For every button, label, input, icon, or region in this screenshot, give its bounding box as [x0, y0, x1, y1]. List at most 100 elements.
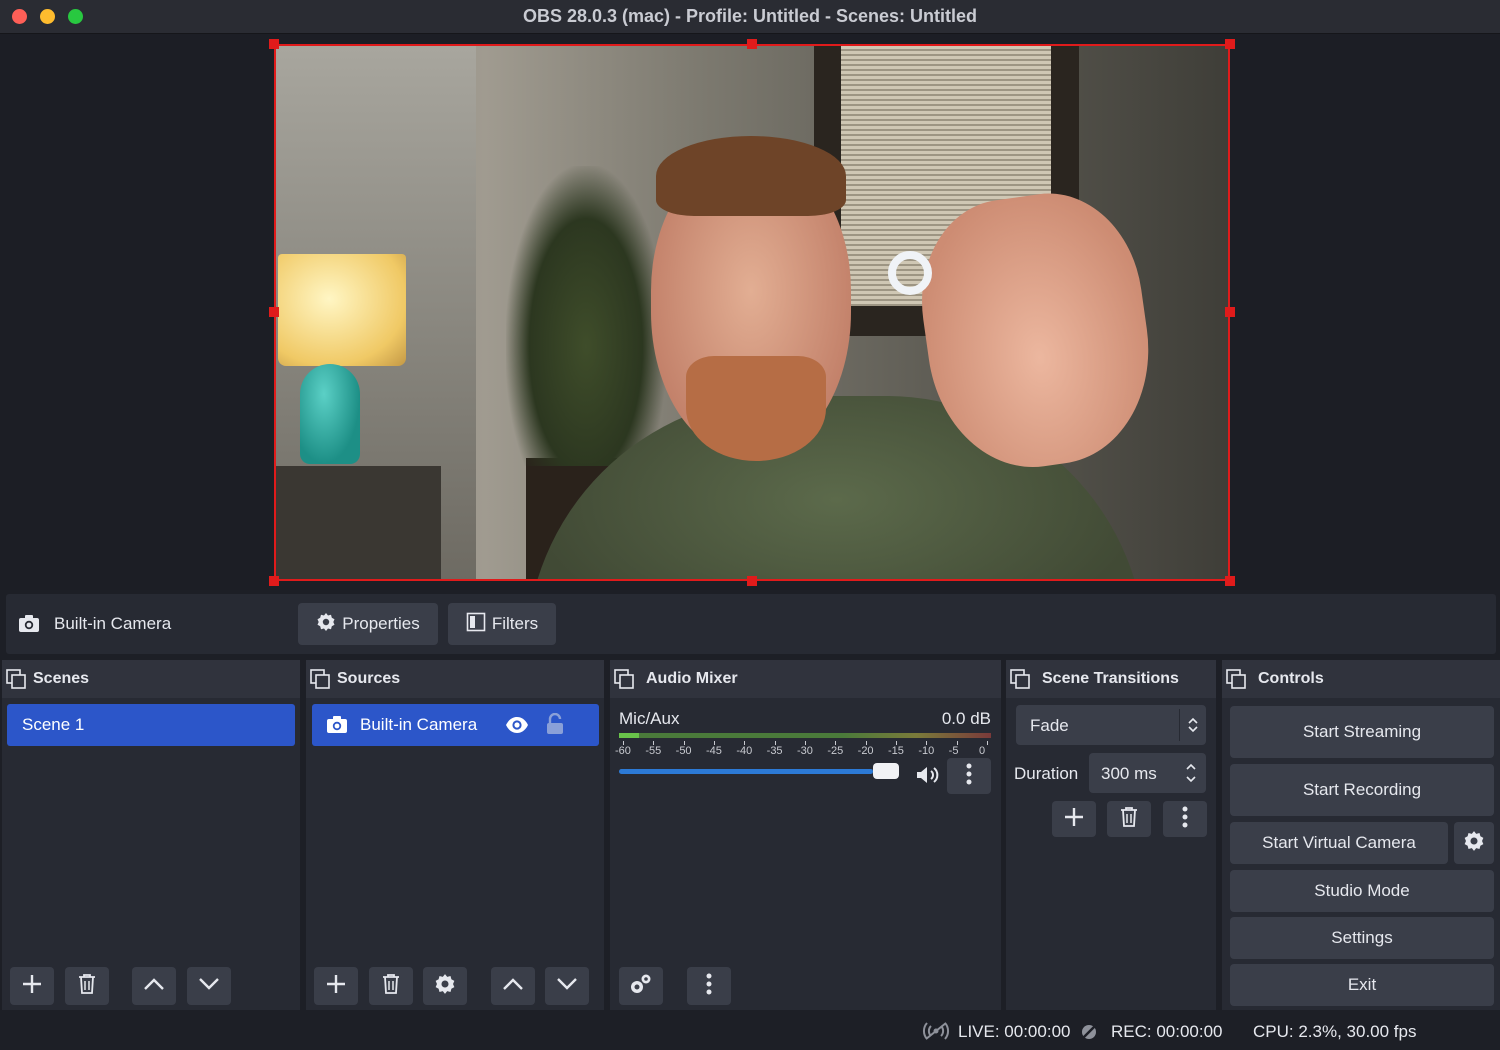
trash-icon	[381, 973, 401, 1000]
dock-icon	[6, 669, 26, 694]
audio-advanced-settings-button[interactable]	[619, 967, 663, 1005]
filters-label: Filters	[491, 614, 539, 633]
resize-handle-bottom-left[interactable]	[269, 576, 279, 586]
start-streaming-button[interactable]: Start Streaming	[1230, 706, 1494, 758]
chevron-up-icon	[143, 977, 165, 996]
remove-transition-button[interactable]	[1107, 801, 1151, 837]
source-properties-button[interactable]	[423, 967, 467, 1005]
chevron-up-down-icon	[1187, 716, 1199, 739]
chevron-down-icon	[198, 977, 220, 996]
remove-scene-button[interactable]	[65, 967, 109, 1005]
plus-icon	[21, 973, 43, 1000]
start-recording-button[interactable]: Start Recording	[1230, 764, 1494, 816]
sources-title: Sources	[337, 670, 401, 687]
resize-handle-bottom-right[interactable]	[1225, 576, 1235, 586]
unlock-icon[interactable]	[545, 712, 565, 740]
remove-source-button[interactable]	[369, 967, 413, 1005]
source-item[interactable]: Built-in Camera	[312, 704, 599, 746]
resize-handle-top-left[interactable]	[269, 39, 279, 49]
controls-title: Controls	[1258, 670, 1324, 687]
scene-transitions-header: Scene Transitions	[1006, 660, 1216, 698]
speaker-icon[interactable]	[915, 764, 941, 791]
duration-value: 300 ms	[1101, 764, 1157, 783]
audio-mixer-title: Audio Mixer	[646, 670, 738, 687]
meter-tick-label: -40	[736, 745, 753, 757]
gears-icon	[629, 973, 653, 1000]
transition-select[interactable]: Fade	[1016, 705, 1206, 745]
add-transition-button[interactable]	[1052, 801, 1096, 837]
scene-transitions-dock: Scene Transitions Fade Duration 300 ms	[1006, 660, 1216, 1010]
move-source-down-button[interactable]	[545, 967, 589, 1005]
source-item-label: Built-in Camera	[360, 715, 478, 734]
dock-icon	[310, 669, 330, 694]
volume-slider-thumb[interactable]	[873, 763, 899, 779]
camera-icon	[18, 614, 40, 639]
controls-dock: Controls Start Streaming Start Recording…	[1222, 660, 1500, 1010]
meter-scale: -60 -55 -50 -45 -40 -35 -30 -25 -20 -15 -10 -5 0	[615, 741, 991, 757]
chevron-down-icon	[556, 977, 578, 996]
stream-status-icon	[922, 1021, 950, 1046]
resize-handle-left[interactable]	[269, 307, 279, 317]
filter-icon	[466, 612, 486, 637]
channel-level: 0.0 dB	[941, 709, 991, 728]
volume-slider[interactable]	[619, 763, 899, 779]
obs-window: OBS 28.0.3 (mac) - Profile: Untitled - S…	[0, 0, 1500, 1050]
title-bar: OBS 28.0.3 (mac) - Profile: Untitled - S…	[0, 0, 1500, 34]
cpu-fps: CPU: 2.3%, 30.00 fps	[1253, 1022, 1417, 1041]
plus-icon	[325, 973, 347, 1000]
meter-tick-label: -50	[675, 745, 692, 757]
controls-header: Controls	[1222, 660, 1500, 698]
source-toolbar: Built-in Camera Properties Filters	[6, 594, 1496, 654]
dock-icon	[614, 669, 634, 694]
move-scene-down-button[interactable]	[187, 967, 231, 1005]
add-source-button[interactable]	[314, 967, 358, 1005]
gear-icon	[316, 612, 336, 637]
resize-handle-top[interactable]	[747, 39, 757, 49]
duration-label: Duration	[1014, 764, 1079, 783]
transition-menu-button[interactable]	[1163, 801, 1207, 837]
meter-tick-label: -60	[615, 745, 631, 757]
more-vertical-icon	[1182, 806, 1188, 833]
plus-icon	[1063, 806, 1085, 833]
camera-icon	[326, 715, 348, 740]
properties-label: Properties	[342, 614, 420, 633]
sources-header: Sources	[306, 660, 604, 698]
meter-tick-label: 0	[979, 745, 986, 757]
transition-value: Fade	[1030, 716, 1069, 735]
properties-button[interactable]: Properties	[298, 603, 438, 645]
meter-tick-label: -30	[797, 745, 813, 757]
add-scene-button[interactable]	[10, 967, 54, 1005]
meter-tick	[987, 741, 988, 745]
resize-handle-bottom[interactable]	[747, 576, 757, 586]
scene-transitions-title: Scene Transitions	[1042, 670, 1179, 687]
settings-button[interactable]: Settings	[1230, 917, 1494, 959]
more-vertical-icon	[966, 763, 972, 790]
preview-area[interactable]	[0, 34, 1500, 590]
scene-item[interactable]: Scene 1	[7, 704, 295, 746]
audio-mixer-dock: Audio Mixer Mic/Aux 0.0 dB -60 -55 -50 -45-…	[610, 660, 1001, 1010]
record-status-icon	[1080, 1023, 1098, 1046]
audio-menu-button[interactable]	[687, 967, 731, 1005]
duration-spinbox[interactable]: 300 ms	[1089, 753, 1206, 793]
start-virtual-camera-button[interactable]: Start Virtual Camera	[1230, 822, 1448, 864]
window-title: OBS 28.0.3 (mac) - Profile: Untitled - S…	[522, 6, 978, 26]
resize-handle-right[interactable]	[1225, 307, 1235, 317]
gear-icon	[1463, 830, 1485, 857]
stepper-arrows-icon[interactable]	[1185, 762, 1197, 789]
gear-icon	[434, 973, 456, 1000]
channel-menu-button[interactable]	[947, 758, 991, 794]
camera-preview[interactable]	[274, 44, 1230, 581]
move-scene-up-button[interactable]	[132, 967, 176, 1005]
rec-timer: REC: 00:00:00	[1111, 1022, 1223, 1041]
channel-name: Mic/Aux	[619, 709, 680, 728]
dock-icon	[1010, 669, 1030, 694]
selected-source-name: Built-in Camera	[54, 614, 172, 633]
virtual-camera-settings-button[interactable]	[1454, 822, 1494, 864]
visibility-eye-icon[interactable]	[505, 715, 529, 740]
move-source-up-button[interactable]	[491, 967, 535, 1005]
resize-handle-top-right[interactable]	[1225, 39, 1235, 49]
exit-button[interactable]: Exit	[1230, 964, 1494, 1006]
meter-tick-label: -10	[918, 745, 935, 757]
studio-mode-button[interactable]: Studio Mode	[1230, 870, 1494, 912]
filters-button[interactable]: Filters	[448, 603, 556, 645]
